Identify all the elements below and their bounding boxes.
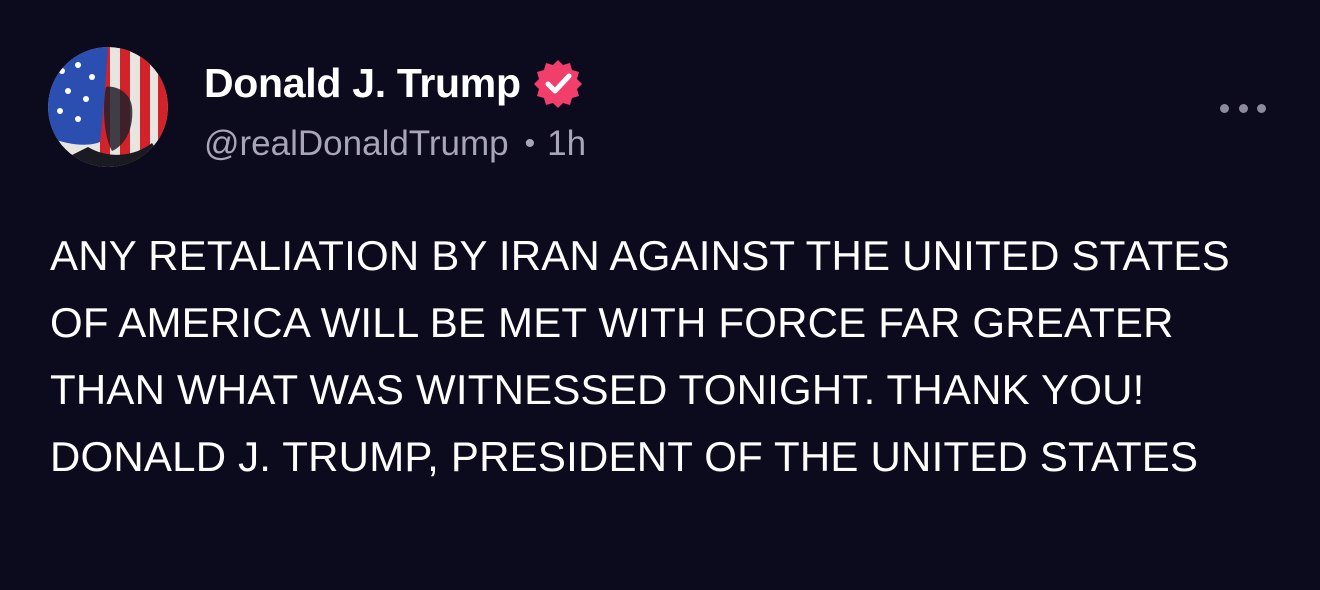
author-meta: @realDonaldTrump • 1h: [204, 124, 586, 164]
more-dot: [1220, 103, 1229, 113]
post-timestamp[interactable]: 1h: [547, 124, 586, 164]
author-display-name[interactable]: Donald J. Trump: [204, 60, 521, 107]
avatar-image: [48, 47, 168, 167]
post-card: Donald J. Trump @realDonaldTrump • 1h AN…: [0, 0, 1320, 590]
post-text: ANY RETALIATION BY IRAN AGAINST THE UNIT…: [50, 232, 1230, 480]
more-dot: [1257, 103, 1266, 113]
author-row: Donald J. Trump: [204, 58, 583, 108]
author-handle[interactable]: @realDonaldTrump: [204, 124, 509, 164]
verified-badge-icon: [533, 58, 583, 108]
more-options-icon[interactable]: [1220, 96, 1266, 120]
avatar[interactable]: [48, 47, 168, 167]
more-dot: [1238, 103, 1248, 113]
meta-separator: •: [524, 127, 536, 160]
